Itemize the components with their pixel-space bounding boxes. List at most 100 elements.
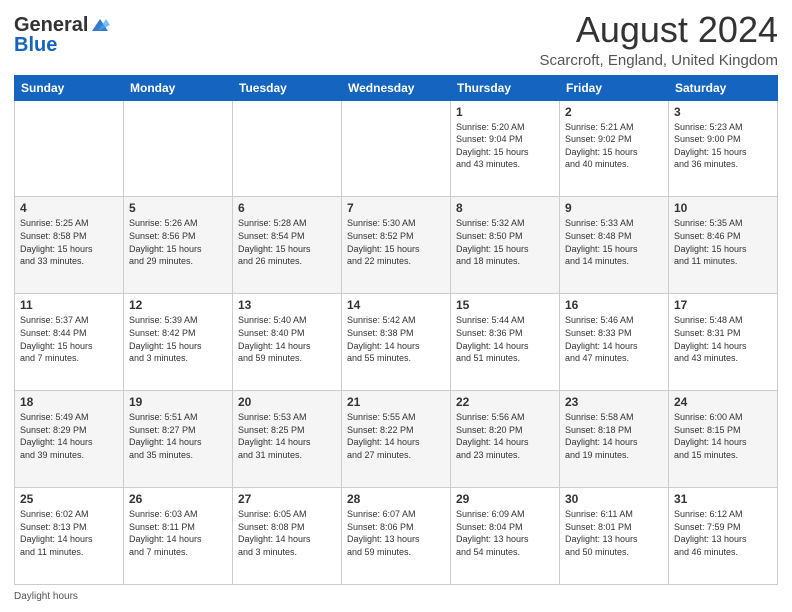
day-number: 9 (565, 201, 663, 215)
day-number: 5 (129, 201, 227, 215)
table-row: 30 Sunrise: 6:11 AM Sunset: 8:01 PM Dayli… (560, 488, 669, 585)
day-info: Sunrise: 5:49 AM Sunset: 8:29 PM Dayligh… (20, 411, 118, 461)
calendar-week-row: 25Sunrise: 6:02 AM Sunset: 8:13 PM Dayli… (15, 488, 778, 585)
day-number: 3 (674, 105, 772, 119)
col-sunday: Sunday (15, 75, 124, 100)
calendar-week-row: 18 Sunrise: 5:49 AM Sunset: 8:29 PM Dayli… (15, 391, 778, 488)
day-info: Sunrise: 5:44 AM Sunset: 8:36 PM Dayligh… (456, 314, 554, 364)
day-info: Sunrise: 5:55 AM Sunset: 8:22 PM Dayligh… (347, 411, 445, 461)
day-info: Sunrise: 5:58 AM Sunset: 8:18 PM Dayligh… (565, 411, 663, 461)
day-number: 28 (347, 492, 445, 506)
day-number: 14 (347, 298, 445, 312)
day-number: 20 (238, 395, 336, 409)
col-tuesday: Tuesday (233, 75, 342, 100)
daylight-hours-label: Daylight hours (14, 591, 78, 602)
table-row: 3 Sunrise: 5:23 AM Sunset: 9:00 PM Daylig… (669, 100, 778, 197)
title-area: August 2024 Scarcroft, England, United K… (540, 10, 778, 69)
day-number: 24 (674, 395, 772, 409)
table-row: 27Sunrise: 6:05 AM Sunset: 8:08 PM Dayli… (233, 488, 342, 585)
day-info: Sunrise: 5:40 AM Sunset: 8:40 PM Dayligh… (238, 314, 336, 364)
table-row: 15Sunrise: 5:44 AM Sunset: 8:36 PM Dayli… (451, 294, 560, 391)
table-row: 18 Sunrise: 5:49 AM Sunset: 8:29 PM Dayli… (15, 391, 124, 488)
table-row: 29 Sunrise: 6:09 AM Sunset: 8:04 PM Dayli… (451, 488, 560, 585)
table-row: 31 Sunrise: 6:12 AM Sunset: 7:59 PM Dayli… (669, 488, 778, 585)
table-row: 22 Sunrise: 5:56 AM Sunset: 8:20 PM Dayli… (451, 391, 560, 488)
logo-blue: Blue (14, 34, 57, 56)
table-row: 4 Sunrise: 5:25 AM Sunset: 8:58 PM Daylig… (15, 197, 124, 294)
day-info: Sunrise: 6:02 AM Sunset: 8:13 PM Dayligh… (20, 508, 118, 558)
table-row (15, 100, 124, 197)
day-info: Sunrise: 5:33 AM Sunset: 8:48 PM Dayligh… (565, 217, 663, 267)
table-row: 6 Sunrise: 5:28 AM Sunset: 8:54 PM Daylig… (233, 197, 342, 294)
page: General Blue August 2024 Scarcroft, Engl… (0, 0, 792, 612)
day-info: Sunrise: 5:21 AM Sunset: 9:02 PM Dayligh… (565, 121, 663, 171)
table-row: 10 Sunrise: 5:35 AM Sunset: 8:46 PM Dayli… (669, 197, 778, 294)
logo-area: General Blue (14, 10, 112, 56)
table-row: 2 Sunrise: 5:21 AM Sunset: 9:02 PM Daylig… (560, 100, 669, 197)
day-number: 2 (565, 105, 663, 119)
footer: Daylight hours (14, 591, 778, 602)
day-number: 8 (456, 201, 554, 215)
month-title: August 2024 (540, 10, 778, 50)
header-row: Sunday Monday Tuesday Wednesday Thursday… (15, 75, 778, 100)
day-number: 31 (674, 492, 772, 506)
day-info: Sunrise: 5:37 AM Sunset: 8:44 PM Dayligh… (20, 314, 118, 364)
day-info: Sunrise: 6:00 AM Sunset: 8:15 PM Dayligh… (674, 411, 772, 461)
table-row (233, 100, 342, 197)
logo-icon (90, 17, 112, 33)
day-number: 10 (674, 201, 772, 215)
day-info: Sunrise: 5:28 AM Sunset: 8:54 PM Dayligh… (238, 217, 336, 267)
table-row: 17Sunrise: 5:48 AM Sunset: 8:31 PM Dayli… (669, 294, 778, 391)
day-info: Sunrise: 5:56 AM Sunset: 8:20 PM Dayligh… (456, 411, 554, 461)
calendar-table: Sunday Monday Tuesday Wednesday Thursday… (14, 75, 778, 585)
day-number: 4 (20, 201, 118, 215)
col-wednesday: Wednesday (342, 75, 451, 100)
table-row: 26 Sunrise: 6:03 AM Sunset: 8:11 PM Dayli… (124, 488, 233, 585)
table-row: 11 Sunrise: 5:37 AM Sunset: 8:44 PM Dayli… (15, 294, 124, 391)
table-row: 19Sunrise: 5:51 AM Sunset: 8:27 PM Dayli… (124, 391, 233, 488)
day-info: Sunrise: 5:42 AM Sunset: 8:38 PM Dayligh… (347, 314, 445, 364)
calendar-week-row: 11 Sunrise: 5:37 AM Sunset: 8:44 PM Dayli… (15, 294, 778, 391)
day-number: 13 (238, 298, 336, 312)
day-info: Sunrise: 5:25 AM Sunset: 8:58 PM Dayligh… (20, 217, 118, 267)
table-row: 20Sunrise: 5:53 AM Sunset: 8:25 PM Dayli… (233, 391, 342, 488)
calendar-week-row: 1 Sunrise: 5:20 AM Sunset: 9:04 PM Daylig… (15, 100, 778, 197)
day-info: Sunrise: 5:46 AM Sunset: 8:33 PM Dayligh… (565, 314, 663, 364)
day-number: 1 (456, 105, 554, 119)
day-info: Sunrise: 5:32 AM Sunset: 8:50 PM Dayligh… (456, 217, 554, 267)
table-row: 24 Sunrise: 6:00 AM Sunset: 8:15 PM Dayli… (669, 391, 778, 488)
day-number: 30 (565, 492, 663, 506)
day-info: Sunrise: 6:07 AM Sunset: 8:06 PM Dayligh… (347, 508, 445, 558)
day-number: 29 (456, 492, 554, 506)
logo-general: General (14, 14, 88, 36)
day-number: 18 (20, 395, 118, 409)
table-row: 7Sunrise: 5:30 AM Sunset: 8:52 PM Daylig… (342, 197, 451, 294)
day-number: 11 (20, 298, 118, 312)
day-number: 7 (347, 201, 445, 215)
table-row: 13 Sunrise: 5:40 AM Sunset: 8:40 PM Dayli… (233, 294, 342, 391)
logo: General (14, 14, 112, 36)
day-number: 17 (674, 298, 772, 312)
table-row: 25Sunrise: 6:02 AM Sunset: 8:13 PM Dayli… (15, 488, 124, 585)
table-row: 12Sunrise: 5:39 AM Sunset: 8:42 PM Dayli… (124, 294, 233, 391)
table-row (124, 100, 233, 197)
day-info: Sunrise: 5:20 AM Sunset: 9:04 PM Dayligh… (456, 121, 554, 171)
day-number: 22 (456, 395, 554, 409)
day-number: 6 (238, 201, 336, 215)
day-info: Sunrise: 6:11 AM Sunset: 8:01 PM Dayligh… (565, 508, 663, 558)
col-monday: Monday (124, 75, 233, 100)
day-info: Sunrise: 6:03 AM Sunset: 8:11 PM Dayligh… (129, 508, 227, 558)
day-info: Sunrise: 6:12 AM Sunset: 7:59 PM Dayligh… (674, 508, 772, 558)
day-info: Sunrise: 5:35 AM Sunset: 8:46 PM Dayligh… (674, 217, 772, 267)
day-info: Sunrise: 6:05 AM Sunset: 8:08 PM Dayligh… (238, 508, 336, 558)
day-number: 16 (565, 298, 663, 312)
table-row: 23Sunrise: 5:58 AM Sunset: 8:18 PM Dayli… (560, 391, 669, 488)
day-info: Sunrise: 5:23 AM Sunset: 9:00 PM Dayligh… (674, 121, 772, 171)
header: General Blue August 2024 Scarcroft, Engl… (14, 10, 778, 69)
day-number: 26 (129, 492, 227, 506)
day-info: Sunrise: 5:39 AM Sunset: 8:42 PM Dayligh… (129, 314, 227, 364)
table-row: 1 Sunrise: 5:20 AM Sunset: 9:04 PM Daylig… (451, 100, 560, 197)
table-row: 9 Sunrise: 5:33 AM Sunset: 8:48 PM Daylig… (560, 197, 669, 294)
day-info: Sunrise: 6:09 AM Sunset: 8:04 PM Dayligh… (456, 508, 554, 558)
table-row: 21Sunrise: 5:55 AM Sunset: 8:22 PM Dayli… (342, 391, 451, 488)
